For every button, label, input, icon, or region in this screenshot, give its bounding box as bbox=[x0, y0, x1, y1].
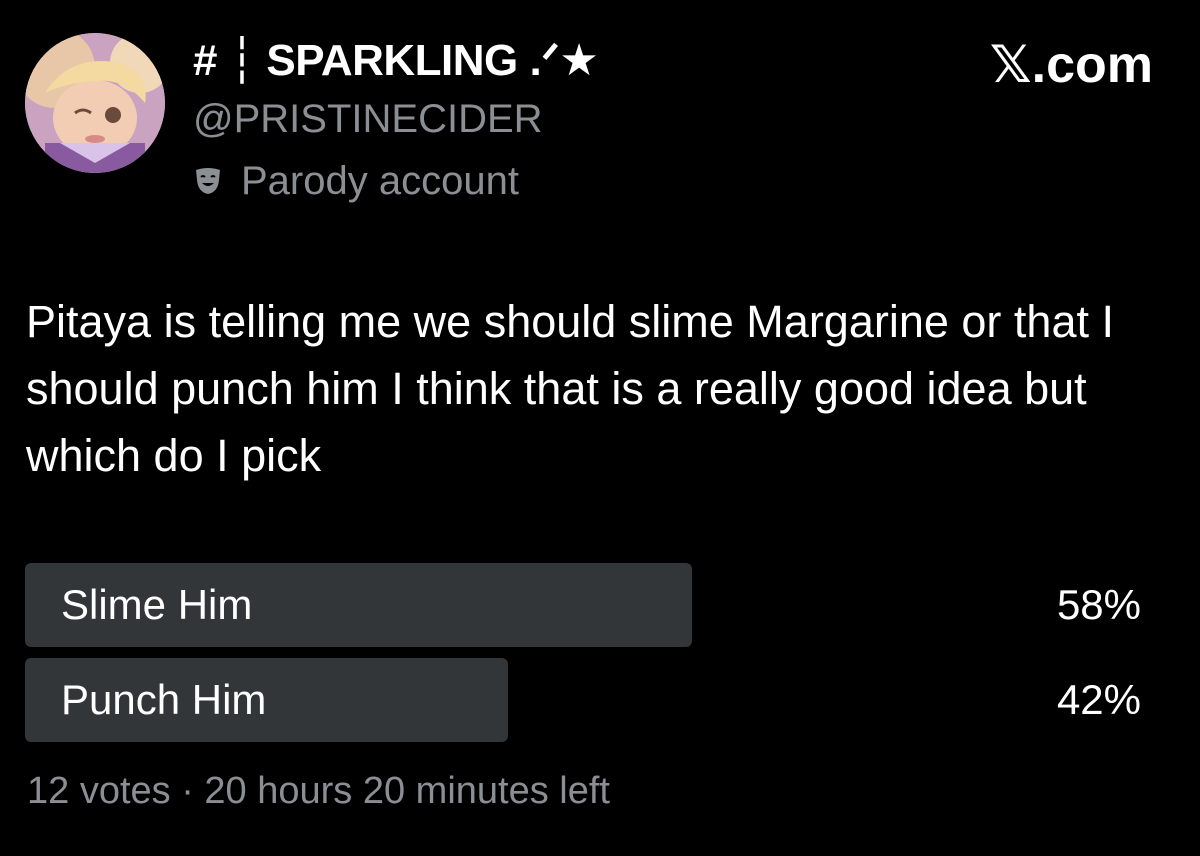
poll-option-percent: 58% bbox=[1056, 581, 1141, 628]
post-header: # ┆ SPARKLING .ᐟ★ @PRISTINECIDER Parody … bbox=[25, 33, 1175, 223]
parody-label-row: Parody account bbox=[193, 157, 519, 205]
poll: Slime Him 58% Punch Him 42% bbox=[25, 563, 1175, 753]
account-handle[interactable]: @PRISTINECIDER bbox=[193, 95, 543, 143]
brand-logo: 𝕏.com bbox=[989, 36, 1153, 94]
display-name[interactable]: # ┆ SPARKLING .ᐟ★ bbox=[193, 35, 599, 87]
poll-option-percent: 42% bbox=[1056, 676, 1141, 723]
poll-meta: 12 votes · 20 hours 20 minutes left bbox=[27, 770, 610, 812]
poll-option-1[interactable]: Slime Him 58% bbox=[25, 563, 1175, 647]
avatar[interactable] bbox=[25, 33, 165, 173]
poll-option-label: Slime Him bbox=[61, 581, 253, 628]
avatar-image bbox=[25, 33, 165, 173]
poll-option-2[interactable]: Punch Him 42% bbox=[25, 658, 1175, 742]
poll-option-label: Punch Him bbox=[61, 676, 267, 723]
parody-account-label: Parody account bbox=[241, 159, 519, 203]
parody-mask-icon bbox=[193, 166, 223, 196]
post-text: Pitaya is telling me we should slime Mar… bbox=[26, 296, 1114, 481]
